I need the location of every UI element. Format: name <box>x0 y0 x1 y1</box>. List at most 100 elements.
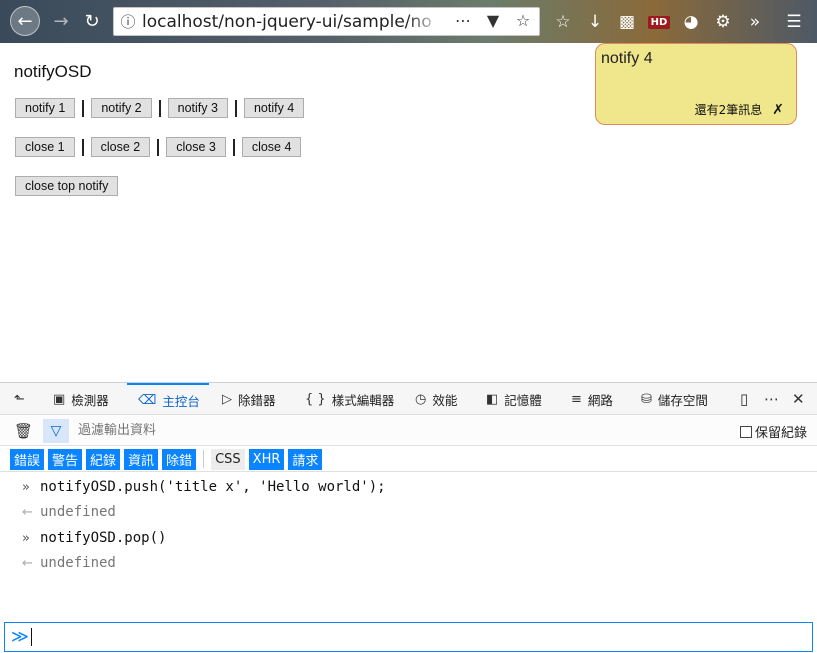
console-line-text: notifyOSD.push('title x', 'Hello world')… <box>40 479 386 495</box>
text-caret <box>30 628 32 646</box>
star-icon[interactable]: ☆ <box>513 11 533 30</box>
tab-memory-label: 記憶體 <box>504 392 542 408</box>
debugger-icon: ▷ <box>222 391 232 407</box>
result-arrow-icon: ← <box>22 555 33 571</box>
devtools-tab-bar: ⬑ ▣ 檢測器 ⌫ 主控台 ▷ 除錯器 { } 樣式編輯器 ◷ 效能 ◧ 記憶體… <box>0 383 817 415</box>
category-warnings[interactable]: 警告 <box>48 448 83 470</box>
console-filter-bar: 🗑 ▽ 保留紀錄 <box>0 416 817 446</box>
tab-style-editor-label: 樣式編輯器 <box>331 392 395 408</box>
hd-icon[interactable]: HD <box>646 9 672 35</box>
devtools-panel: ⬑ ▣ 檢測器 ⌫ 主控台 ▷ 除錯器 { } 樣式編輯器 ◷ 效能 ◧ 記憶體… <box>0 382 817 653</box>
tab-performance-label: 效能 <box>432 392 458 408</box>
console-line-text: notifyOSD.pop() <box>40 530 167 546</box>
memory-icon: ◧ <box>486 391 499 407</box>
extension-icon[interactable]: ▩ <box>614 9 640 35</box>
tab-console-label: 主控台 <box>162 393 200 409</box>
notification-popup: notify 4 還有2筆訊息 ✗ <box>595 43 797 125</box>
hd-label: HD <box>647 15 671 29</box>
notify-3-button[interactable]: notify 3 <box>167 98 228 118</box>
console-input-prompt[interactable]: ≫ <box>4 622 813 652</box>
clear-console-icon[interactable]: 🗑 <box>14 422 33 440</box>
console-result-line: ← undefined <box>22 504 116 520</box>
notification-remaining-count: 還有2筆訊息 <box>694 103 763 117</box>
prompt-chevron-icon: ≫ <box>11 627 29 647</box>
console-line-text: undefined <box>40 555 116 571</box>
info-icon[interactable]: ⓘ <box>114 11 142 32</box>
close-button-row: close 1 close 2 close 3 close 4 <box>15 137 302 157</box>
download-icon[interactable]: ↓ <box>582 9 608 35</box>
tab-inspector-label: 檢測器 <box>71 392 109 408</box>
separator <box>82 99 85 117</box>
browser-toolbar: ← → ↻ ⓘ localhost/non-jquery-ui/sample/n… <box>0 0 817 43</box>
close-1-button[interactable]: close 1 <box>15 137 75 157</box>
library-icon[interactable]: ☆ <box>550 9 576 35</box>
tab-performance[interactable]: ◷ 效能 <box>415 383 457 415</box>
close-3-button[interactable]: close 3 <box>166 137 226 157</box>
menu-icon[interactable]: ☰ <box>781 9 807 35</box>
category-css[interactable]: CSS <box>211 448 245 470</box>
extension-gear-icon[interactable]: ⚙ <box>710 9 736 35</box>
category-info[interactable]: 資訊 <box>124 448 159 470</box>
overflow-icon[interactable]: » <box>742 9 768 35</box>
devtools-close-icon[interactable]: ✕ <box>792 383 805 415</box>
persist-logs-box[interactable] <box>739 425 752 438</box>
notification-close-icon[interactable]: ✗ <box>772 102 784 118</box>
tab-memory[interactable]: ◧ 記憶體 <box>486 383 542 415</box>
page-title: notifyOSD <box>14 62 92 81</box>
console-line-text: undefined <box>40 504 116 520</box>
console-icon: ⌫ <box>138 392 157 408</box>
input-chevron-icon: » <box>22 479 30 495</box>
result-arrow-icon: ← <box>22 504 33 520</box>
tab-debugger[interactable]: ▷ 除錯器 <box>222 383 276 415</box>
devtools-more-icon[interactable]: ⋯ <box>764 383 779 415</box>
separator <box>158 99 161 117</box>
reload-icon[interactable]: ↻ <box>77 6 107 36</box>
element-picker-icon[interactable]: ⬑ <box>14 383 25 415</box>
console-output: » notifyOSD.push('title x', 'Hello world… <box>0 473 817 623</box>
tab-console[interactable]: ⌫ 主控台 <box>127 383 209 415</box>
page-content: notifyOSD notify 1 notify 2 notify 3 not… <box>0 43 817 382</box>
notify-button-row: notify 1 notify 2 notify 3 notify 4 <box>15 98 305 118</box>
more-icon[interactable]: ⋯ <box>453 11 473 30</box>
storage-icon: ⛁ <box>641 391 652 407</box>
close-top-row: close top notify <box>15 176 119 196</box>
category-requests[interactable]: 請求 <box>288 448 323 470</box>
tab-storage-label: 儲存空間 <box>657 392 708 408</box>
responsive-mode-icon[interactable]: ▯ <box>740 383 748 415</box>
console-filter-input[interactable] <box>78 423 478 438</box>
style-editor-icon: { } <box>305 391 326 407</box>
url-bar[interactable]: ⓘ localhost/non-jquery-ui/sample/no ⋯ ▼ … <box>113 7 540 36</box>
tab-debugger-label: 除錯器 <box>238 392 276 408</box>
category-xhr[interactable]: XHR <box>248 448 285 470</box>
forward-icon[interactable]: → <box>46 6 76 36</box>
category-debug[interactable]: 除錯 <box>162 448 197 470</box>
close-4-button[interactable]: close 4 <box>241 137 302 157</box>
pocket-icon[interactable]: ▼ <box>483 11 503 30</box>
tab-style-editor[interactable]: { } 樣式編輯器 <box>305 383 394 415</box>
performance-icon: ◷ <box>415 391 427 407</box>
separator <box>234 99 237 117</box>
tab-inspector[interactable]: ▣ 檢測器 <box>53 383 109 415</box>
console-result-line: ← undefined <box>22 555 116 571</box>
close-top-notify-button[interactable]: close top notify <box>15 176 119 196</box>
filter-toggle-icon[interactable]: ▽ <box>43 419 69 443</box>
notify-2-button[interactable]: notify 2 <box>91 98 152 118</box>
notification-title: notify 4 <box>601 50 653 67</box>
console-category-bar: 錯誤 警告 紀錄 資訊 除錯 CSS XHR 請求 <box>0 447 817 472</box>
url-text[interactable]: localhost/non-jquery-ui/sample/no <box>142 12 442 32</box>
close-2-button[interactable]: close 2 <box>90 137 151 157</box>
tab-storage[interactable]: ⛁ 儲存空間 <box>641 383 708 415</box>
network-icon: ≡ <box>571 391 582 407</box>
tab-network[interactable]: ≡ 網路 <box>571 383 613 415</box>
back-icon[interactable]: ← <box>10 6 40 36</box>
notify-1-button[interactable]: notify 1 <box>15 98 76 118</box>
extension-circle-icon[interactable]: ◕ <box>678 9 704 35</box>
console-input-line: » notifyOSD.pop() <box>22 530 166 546</box>
notify-4-button[interactable]: notify 4 <box>243 98 305 118</box>
category-logs[interactable]: 紀錄 <box>86 448 121 470</box>
category-errors[interactable]: 錯誤 <box>10 448 45 470</box>
persist-logs-label: 保留紀錄 <box>754 426 807 441</box>
persist-logs-checkbox[interactable]: 保留紀錄 <box>739 422 807 441</box>
separator <box>157 138 160 156</box>
console-input-line: » notifyOSD.push('title x', 'Hello world… <box>22 479 386 495</box>
